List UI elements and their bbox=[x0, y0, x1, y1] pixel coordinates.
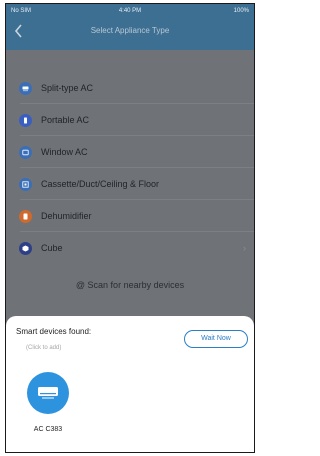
appliance-item-split-ac[interactable]: Split-type AC bbox=[6, 72, 254, 104]
appliance-item-cube[interactable]: Cube › bbox=[6, 232, 254, 264]
scan-label: Scan for nearby devices bbox=[87, 280, 185, 290]
window-ac-icon bbox=[19, 145, 32, 159]
chevron-right-icon: › bbox=[243, 243, 246, 253]
device-item[interactable]: AC C383 bbox=[23, 372, 73, 433]
appliance-item-dehumidifier[interactable]: Dehumidifier bbox=[6, 200, 254, 232]
appliance-item-portable-ac[interactable]: Portable AC bbox=[6, 104, 254, 136]
scan-icon: @ bbox=[75, 280, 86, 290]
phone-screen: No SIM 4:40 PM 100% Select Appliance Typ… bbox=[5, 3, 255, 453]
sheet-title: Smart devices found: bbox=[16, 327, 92, 336]
split-ac-icon bbox=[19, 81, 32, 95]
appliance-label: Dehumidifier bbox=[41, 211, 92, 221]
status-bar: No SIM 4:40 PM 100% bbox=[6, 4, 254, 18]
appliance-item-cassette-ac[interactable]: Cassette/Duct/Ceiling & Floor bbox=[6, 168, 254, 200]
clock: 4:40 PM bbox=[118, 8, 142, 14]
scan-button[interactable]: @ Scan for nearby devices bbox=[6, 280, 254, 290]
dehumidifier-icon bbox=[19, 209, 32, 223]
appliance-label: Portable AC bbox=[41, 115, 90, 125]
appliance-label: Window AC bbox=[41, 147, 88, 157]
appliance-label: Cassette/Duct/Ceiling & Floor bbox=[41, 179, 160, 189]
device-name: AC C383 bbox=[33, 426, 63, 433]
wait-now-button[interactable]: Wait Now bbox=[184, 330, 248, 348]
cube-icon bbox=[19, 241, 32, 255]
ac-unit-icon bbox=[27, 372, 69, 414]
devices-found-sheet: Smart devices found: (Click to add) Wait… bbox=[6, 316, 254, 452]
top-bar: No SIM 4:40 PM 100% Select Appliance Typ… bbox=[6, 4, 254, 50]
portable-ac-icon bbox=[19, 113, 32, 127]
appliance-item-window-ac[interactable]: Window AC bbox=[6, 136, 254, 168]
battery-percent: 100% bbox=[233, 8, 249, 14]
sheet-hint: (Click to add) bbox=[26, 345, 62, 351]
appliance-label: Split-type AC bbox=[41, 83, 94, 93]
appliance-list: Split-type AC Portable AC Window AC Cass… bbox=[6, 72, 254, 264]
page-title: Select Appliance Type bbox=[90, 26, 170, 35]
cassette-ac-icon bbox=[19, 177, 32, 191]
appliance-label: Cube bbox=[41, 243, 63, 253]
